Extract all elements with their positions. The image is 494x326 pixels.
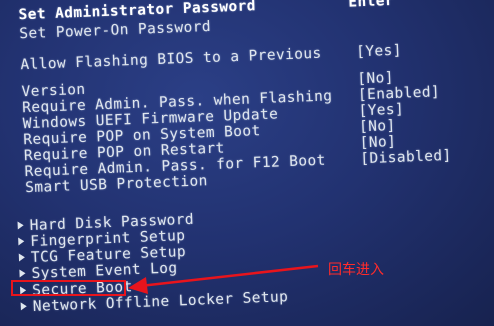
annotation-label: 回车进入 bbox=[328, 262, 384, 278]
bios-screen: Set Administrator Password Enter Set Pow… bbox=[0, 0, 494, 326]
annotation-arrow-icon bbox=[128, 264, 319, 294]
